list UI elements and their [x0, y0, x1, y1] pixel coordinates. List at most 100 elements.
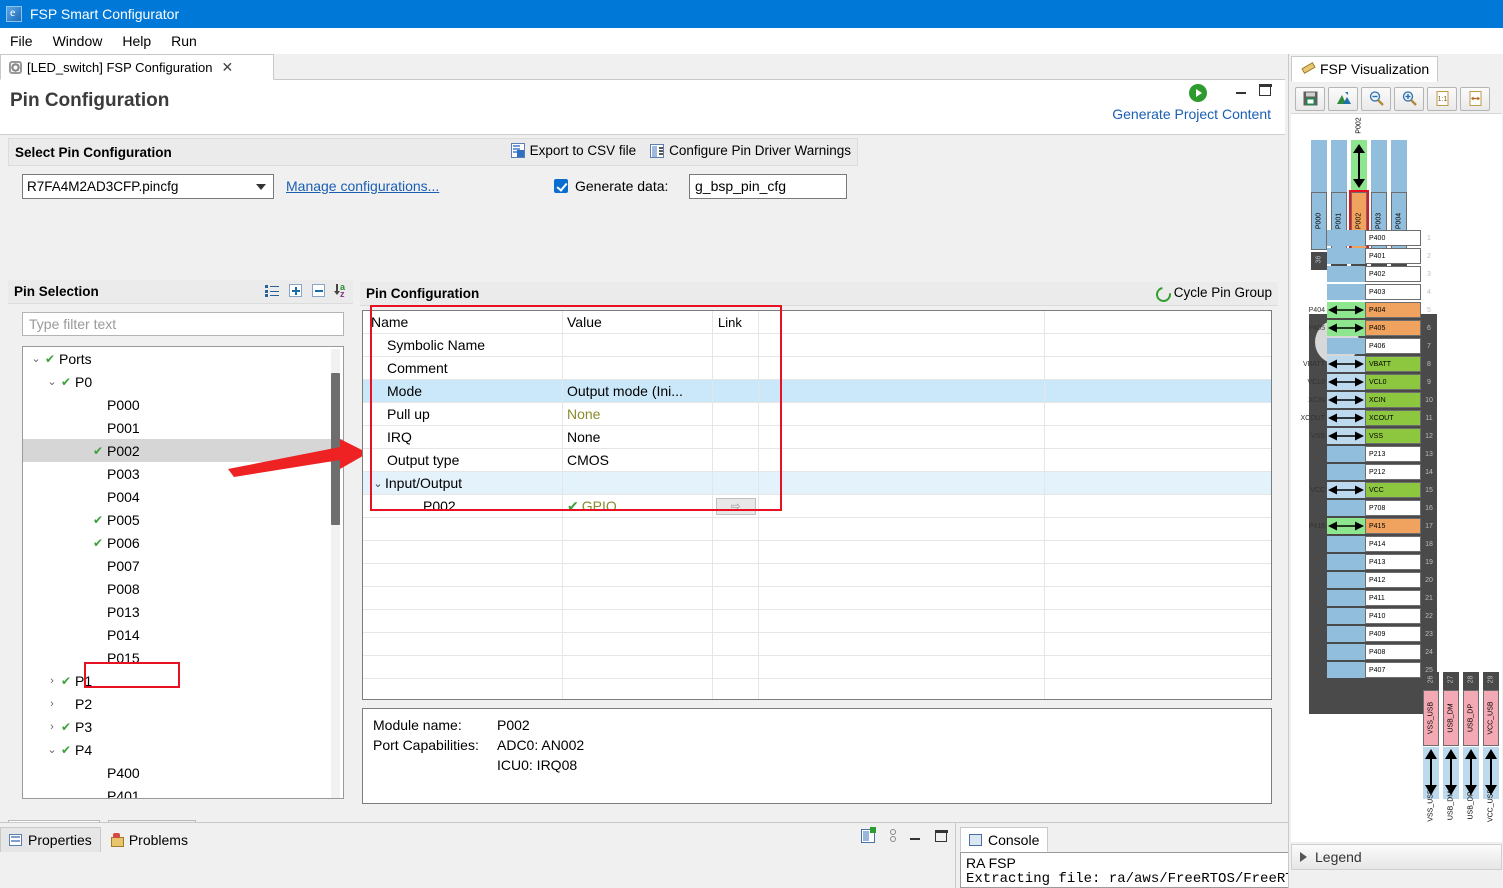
collapse-all-icon[interactable]	[312, 283, 325, 297]
table-row[interactable]: Symbolic Name	[363, 334, 1271, 357]
close-icon[interactable]: ✕	[221, 59, 233, 76]
bottom-pin-vcc_usb[interactable]: VCC_USB	[1483, 690, 1499, 746]
tree-item-p005[interactable]: ✔ P005	[23, 508, 343, 531]
tree-item-p002[interactable]: ✔ P002	[23, 439, 343, 462]
chevron-right-icon[interactable]: ›	[45, 675, 59, 687]
view-menu-icon[interactable]	[889, 829, 896, 843]
right-pin-row-p402[interactable]: P402 3	[1291, 265, 1502, 283]
chip-diagram[interactable]: P00036P00135P002P00234P00333P00432 P4001…	[1291, 114, 1502, 842]
row-value-cell[interactable]: Output mode (Ini...	[563, 380, 713, 402]
right-pin-p402[interactable]: P402	[1365, 266, 1421, 282]
bottom-pin-vss_usb[interactable]: VSS_USB	[1423, 690, 1439, 746]
right-pin-row-p213[interactable]: P213 13	[1291, 445, 1502, 463]
tree-item-p2[interactable]: › P2	[23, 692, 343, 715]
chevron-right-icon[interactable]: ›	[45, 698, 59, 710]
right-pin-vcl0[interactable]: VCL0	[1365, 374, 1421, 390]
table-row[interactable]: Comment	[363, 357, 1271, 380]
tree-item-p1[interactable]: › ✔ P1	[23, 669, 343, 692]
table-row[interactable]: Mode Output mode (Ini...	[363, 380, 1271, 403]
tree-item-p401[interactable]: P401	[23, 784, 343, 799]
right-pin-p708[interactable]: P708	[1365, 500, 1421, 516]
tab-console[interactable]: Console	[960, 827, 1049, 852]
row-value-cell[interactable]: None	[563, 403, 713, 425]
right-pin-p400[interactable]: P400	[1365, 230, 1421, 246]
right-pin-vss[interactable]: VSS	[1365, 428, 1421, 444]
tree-item-ports[interactable]: ⌄ ✔ Ports	[23, 347, 343, 370]
maximize-icon-properties[interactable]	[934, 829, 948, 842]
right-pin-row-p409[interactable]: P409 23	[1291, 625, 1502, 643]
tree-item-p000[interactable]: P000	[23, 393, 343, 416]
pin-tree[interactable]: ⌄ ✔ Ports ⌄ ✔ P0 P000 P001 ✔ P002 P003 P004 ✔ P005 ✔ P0…	[22, 346, 344, 799]
right-pin-row-vbatt[interactable]: VBATT VBATT 8	[1291, 355, 1502, 373]
new-tab-icon[interactable]	[861, 827, 876, 843]
right-pin-row-p403[interactable]: P403 4	[1291, 283, 1502, 301]
right-pin-row-vss[interactable]: VSS VSS 12	[1291, 427, 1502, 445]
right-pin-row-p412[interactable]: P412 20	[1291, 571, 1502, 589]
right-pin-row-p413[interactable]: P413 19	[1291, 553, 1502, 571]
menu-item-help[interactable]: Help	[112, 31, 161, 51]
right-pin-p401[interactable]: P401	[1365, 248, 1421, 264]
right-pin-p405[interactable]: P405	[1365, 320, 1421, 336]
right-pin-xcout[interactable]: XCOUT	[1365, 410, 1421, 426]
export-to-csv-button[interactable]: Export to CSV file	[510, 143, 636, 158]
right-pin-p410[interactable]: P410	[1365, 608, 1421, 624]
tree-item-p001[interactable]: P001	[23, 416, 343, 439]
row-value-cell[interactable]	[563, 472, 713, 494]
zoom-out-icon[interactable]	[1361, 86, 1391, 111]
right-pin-p408[interactable]: P408	[1365, 644, 1421, 660]
right-pin-row-p408[interactable]: P408 24	[1291, 643, 1502, 661]
menu-item-window[interactable]: Window	[43, 31, 113, 51]
right-pin-p407[interactable]: P407	[1365, 662, 1421, 678]
tab-fsp-visualization[interactable]: FSP Visualization	[1291, 56, 1439, 82]
cycle-pin-group-button[interactable]: Cycle Pin Group	[1155, 285, 1272, 300]
tree-item-p007[interactable]: P007	[23, 554, 343, 577]
tree-item-p3[interactable]: › ✔ P3	[23, 715, 343, 738]
row-value-cell[interactable]: ✔ GPIO	[563, 495, 713, 517]
configure-pin-driver-warnings-button[interactable]: Configure Pin Driver Warnings	[650, 143, 851, 158]
pin-properties-table[interactable]: Name Value Link Symbolic Name Comment Mode…	[362, 310, 1272, 700]
right-pin-p406[interactable]: P406	[1365, 338, 1421, 354]
menu-item-file[interactable]: File	[0, 31, 43, 51]
tree-item-p400[interactable]: P400	[23, 761, 343, 784]
tree-item-p014[interactable]: P014	[23, 623, 343, 646]
right-pin-row-p405[interactable]: P405 P405 6	[1291, 319, 1502, 337]
tree-scrollbar-thumb[interactable]	[331, 373, 340, 525]
right-pin-row-p410[interactable]: P410 22	[1291, 607, 1502, 625]
table-row[interactable]: ⌄ Input/Output	[363, 472, 1271, 495]
bottom-pin-usb_dp[interactable]: USB_DP	[1463, 690, 1479, 746]
right-pin-row-p708[interactable]: P708 16	[1291, 499, 1502, 517]
zoom-in-icon[interactable]	[1394, 86, 1424, 111]
right-pin-row-p400[interactable]: P400 1	[1291, 229, 1502, 247]
fit-width-icon[interactable]	[1460, 86, 1490, 111]
right-pin-row-p401[interactable]: P401 2	[1291, 247, 1502, 265]
right-pin-row-vcc[interactable]: VCC VCC 15	[1291, 481, 1502, 499]
right-pin-row-p406[interactable]: P406 7	[1291, 337, 1502, 355]
filter-input[interactable]: Type filter text	[22, 312, 344, 336]
show-list-icon[interactable]	[265, 284, 279, 297]
right-pin-vbatt[interactable]: VBATT	[1365, 356, 1421, 372]
menu-item-run[interactable]: Run	[161, 31, 207, 51]
bottom-pin-usb_dm[interactable]: USB_DM	[1443, 690, 1459, 746]
save-icon[interactable]	[1295, 86, 1325, 111]
minimize-icon[interactable]	[1235, 84, 1247, 96]
right-pin-row-p404[interactable]: P404 P404 5	[1291, 301, 1502, 319]
table-row[interactable]: Output type CMOS	[363, 449, 1271, 472]
tree-item-p0[interactable]: ⌄ ✔ P0	[23, 370, 343, 393]
expand-all-icon[interactable]	[289, 283, 302, 297]
maximize-icon[interactable]	[1258, 83, 1272, 96]
editor-tab-fsp-configuration[interactable]: [LED_switch] FSP Configuration ✕	[0, 54, 274, 80]
right-pin-row-p411[interactable]: P411 21	[1291, 589, 1502, 607]
legend-bar[interactable]: Legend	[1291, 844, 1502, 870]
right-pin-p413[interactable]: P413	[1365, 554, 1421, 570]
tree-item-p006[interactable]: ✔ P006	[23, 531, 343, 554]
chevron-down-icon[interactable]: ⌄	[45, 375, 59, 388]
fit-image-icon[interactable]	[1328, 86, 1358, 111]
table-row[interactable]: Pull up None	[363, 403, 1271, 426]
right-pin-row-p414[interactable]: P414 18	[1291, 535, 1502, 553]
right-pin-p412[interactable]: P412	[1365, 572, 1421, 588]
row-value-cell[interactable]	[563, 357, 713, 379]
generate-project-content-link[interactable]: Generate Project Content	[1112, 106, 1271, 122]
right-pin-p212[interactable]: P212	[1365, 464, 1421, 480]
right-pin-p415[interactable]: P415	[1365, 518, 1421, 534]
right-pin-p409[interactable]: P409	[1365, 626, 1421, 642]
